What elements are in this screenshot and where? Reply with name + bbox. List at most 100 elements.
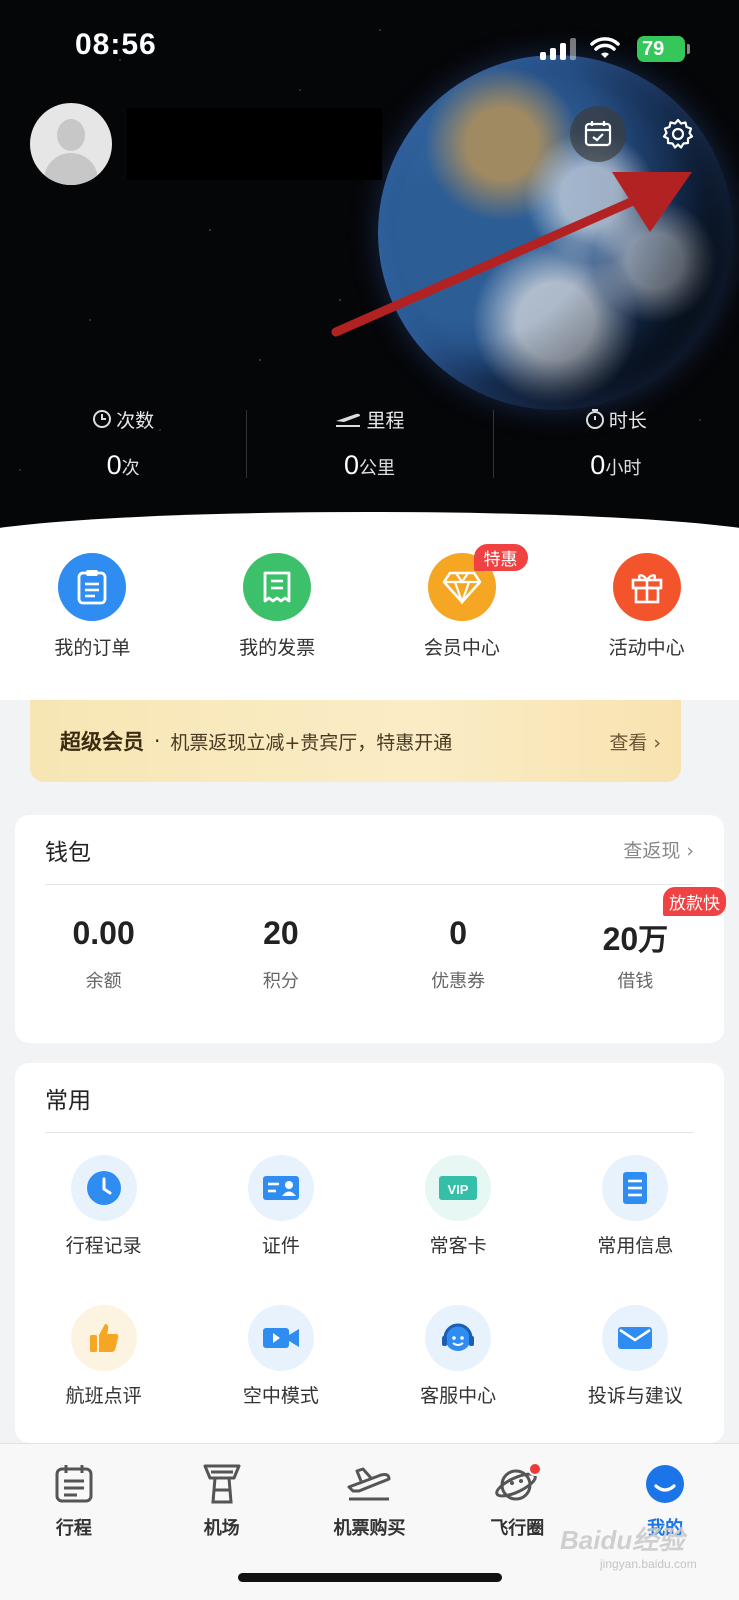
wallet-points-label: 积分 [262,971,299,992]
stat-mileage-value-row: 0公里 [246,450,492,481]
stat-duration-label: 时长 [493,405,739,433]
stat-duration-value: 0 [590,450,606,480]
trip-records-button[interactable]: 行程记录 [15,1155,192,1305]
special-offer-badge: 特惠 [473,544,528,571]
tab-itinerary-label: 行程 [55,1518,92,1539]
document-icon [602,1155,669,1221]
wallet-loan-label: 借钱 [617,971,654,992]
super-member-banner[interactable]: 超级会员 · 机票返现立减+贵宾厅，特惠开通 查看 › [30,700,681,782]
stopwatch-icon [585,409,604,429]
stat-count[interactable]: 次数 0次 [0,405,246,485]
clock-icon [70,1155,137,1221]
activity-center-button[interactable]: 活动中心 [554,530,739,700]
wallet-balance[interactable]: 0.00 余额 [15,915,192,993]
trip-records-label: 行程记录 [65,1235,142,1257]
flight-review-button[interactable]: 航班点评 [15,1305,192,1455]
stat-mileage[interactable]: 里程 0公里 [246,405,492,485]
stat-count-value-row: 0次 [0,450,246,481]
stat-duration-unit: 小时 [605,458,642,479]
stat-mileage-label: 里程 [246,405,492,433]
stat-duration-value-row: 0小时 [493,450,739,481]
invoice-icon [243,553,312,621]
stat-count-label-text: 次数 [116,409,155,432]
wallet-coupons-label: 优惠券 [431,971,486,992]
video-camera-icon [247,1305,314,1371]
stat-duration[interactable]: 时长 0小时 [492,405,739,485]
documents-button[interactable]: 证件 [192,1155,369,1305]
svg-text:VIP: VIP [448,1182,469,1197]
member-center-button[interactable]: 会员中心 特惠 [370,530,555,700]
wallet-balance-value: 0.00 [72,915,135,951]
customer-service-label: 客服中心 [420,1385,497,1407]
flight-stats: 次数 0次 里程 0公里 时长 0小时 [0,405,739,485]
tab-buy-tickets-label: 机票购买 [333,1518,406,1539]
common-info-label: 常用信息 [597,1235,674,1257]
wallet-items: 0.00 余额 20 积分 0 优惠券 20万 借钱 放款快 [15,887,726,993]
baidu-watermark: Baidu经验 jingyan.baidu.com [560,1520,697,1571]
common-header: 常用 [45,1063,694,1133]
planet-icon [492,1460,543,1508]
my-invoices-button[interactable]: 我的发票 [185,530,370,700]
itinerary-icon [49,1460,99,1508]
air-mode-button[interactable]: 空中模式 [192,1305,369,1455]
stat-count-value: 0 [106,450,122,480]
my-orders-button[interactable]: 我的订单 [0,530,185,700]
profile-smile-icon [640,1460,690,1508]
feedback-label: 投诉与建议 [587,1385,683,1407]
stat-duration-label-text: 时长 [608,409,647,432]
common-title: 常用 [45,1087,91,1114]
plane-ticket-icon [344,1460,394,1508]
clock-icon [93,410,112,428]
stat-count-label: 次数 [0,405,246,433]
watermark-url: jingyan.baidu.com [600,1557,697,1571]
wallet-points-value: 20 [263,915,299,951]
profile-hero: 08:56 79 次数 0次 里程 0公里 时长 0小时 [0,0,739,560]
common-grid: 行程记录 证件 VIP 常客卡 常用信息 航班点评 空中模式 客服中心 投诉与建… [15,1133,724,1455]
wallet-loan-unit: 万 [638,923,669,958]
quick-actions: 我的订单 我的发票 会员中心 特惠 活动中心 [0,530,739,700]
home-indicator [238,1573,502,1582]
fast-loan-badge: 放款快 [663,887,726,916]
frequent-flyer-card-label: 常客卡 [429,1235,487,1257]
airport-tower-icon [197,1460,247,1508]
stat-mileage-unit: 公里 [359,458,395,479]
common-info-button[interactable]: 常用信息 [547,1155,724,1305]
flight-review-label: 航班点评 [65,1385,142,1407]
stat-mileage-value: 0 [343,450,359,480]
gift-icon [612,553,681,621]
plane-takeoff-icon [336,413,361,427]
headset-icon [425,1305,492,1371]
wallet-loan[interactable]: 20万 借钱 放款快 [547,887,726,993]
wallet-loan-value-row: 20万 [547,915,724,959]
super-member-title: 超级会员 [60,730,144,754]
my-orders-label: 我的订单 [54,637,131,659]
vip-card-icon: VIP [425,1155,492,1221]
wallet-card: 钱包 查返现 › 0.00 余额 20 积分 0 优惠券 20万 借钱 放款快 [15,815,726,1043]
member-center-label: 会员中心 [423,637,500,659]
super-member-separator: · [154,729,161,753]
wallet-points[interactable]: 20 积分 [192,915,369,993]
customer-service-button[interactable]: 客服中心 [370,1305,547,1455]
feedback-button[interactable]: 投诉与建议 [547,1305,724,1455]
documents-label: 证件 [261,1235,300,1257]
tab-airport-label: 机场 [203,1518,240,1539]
mail-icon [602,1305,669,1371]
thumbs-up-icon [70,1305,137,1371]
stat-mileage-label-text: 里程 [366,409,405,432]
my-invoices-label: 我的发票 [239,637,316,659]
wallet-coupons[interactable]: 0 优惠券 [370,915,547,993]
id-card-icon [247,1155,314,1221]
super-member-view-link[interactable]: 查看 › [609,728,661,755]
wallet-loan-value: 20 [602,921,639,957]
cashback-link[interactable]: 查返现 › [623,836,694,863]
wallet-coupons-value: 0 [449,915,468,951]
tab-itinerary[interactable]: 行程 [0,1444,148,1600]
frequent-flyer-card-button[interactable]: VIP 常客卡 [370,1155,547,1305]
stat-count-unit: 次 [121,458,140,479]
watermark-brand: Baidu经验 [560,1525,685,1555]
air-mode-label: 空中模式 [242,1385,319,1407]
activity-center-label: 活动中心 [608,637,685,659]
order-clipboard-icon [58,553,127,621]
wallet-header: 钱包 查返现 › [45,815,694,885]
wallet-title: 钱包 [45,839,91,866]
